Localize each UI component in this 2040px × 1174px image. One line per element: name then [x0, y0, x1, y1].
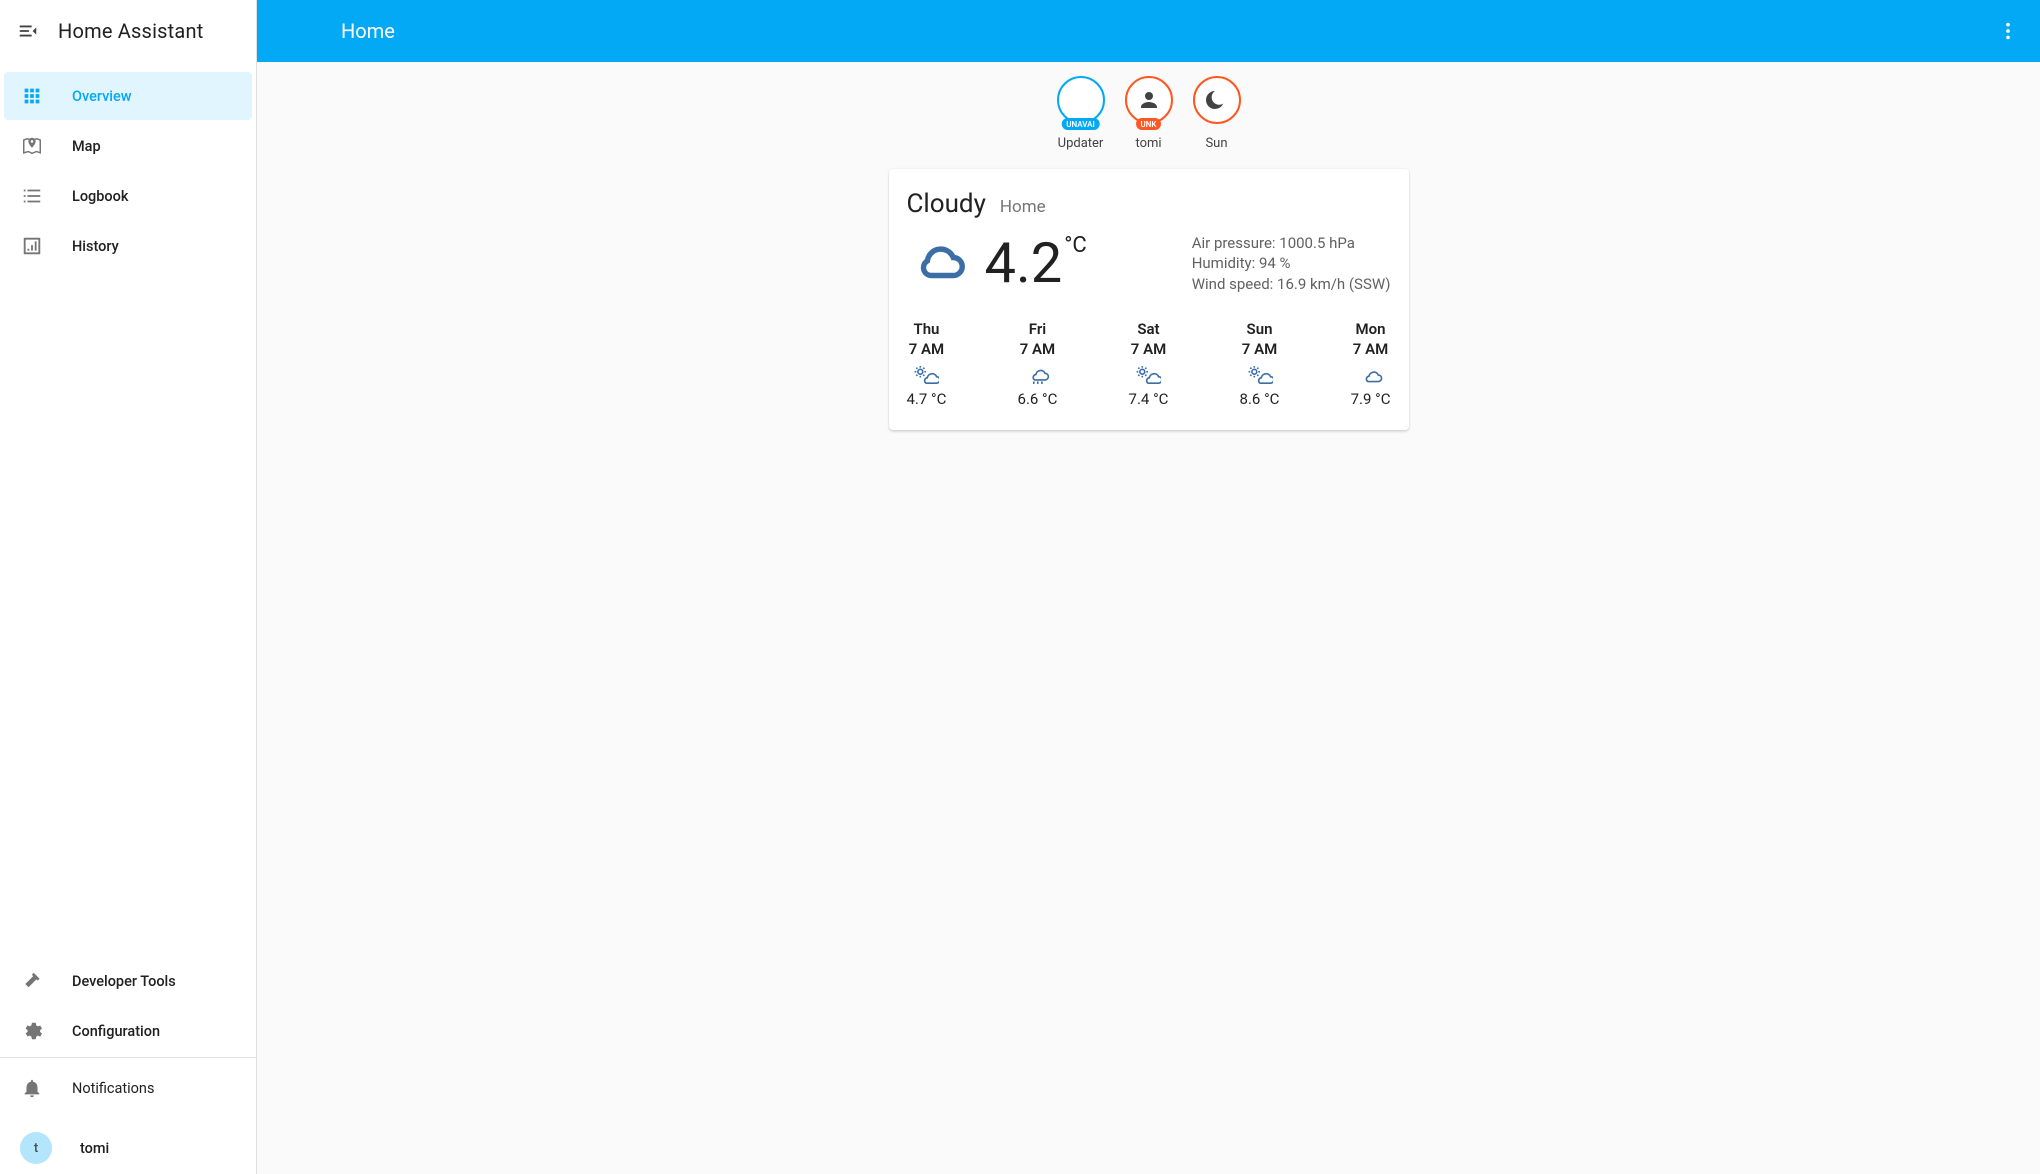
forecast-day-label: Thu	[913, 320, 939, 338]
weather-unit: °C	[1064, 233, 1087, 258]
hammer-icon	[20, 969, 44, 993]
weather-humidity: Humidity: 94 %	[1192, 253, 1391, 273]
sidebar: Home Assistant Overview Map Logbook History…	[0, 0, 257, 1174]
forecast-icon	[1247, 364, 1273, 386]
forecast-temp: 6.6 °C	[1018, 390, 1058, 408]
weather-card[interactable]: Cloudy Home 4.2 °C Air pressure: 1000.5 …	[889, 169, 1409, 430]
badge-circle	[1193, 76, 1241, 124]
forecast-time: 7 AM	[1131, 340, 1166, 358]
badge-sun[interactable]: Sun	[1188, 76, 1246, 151]
forecast-day: Fri 7 AM 6.6 °C	[1018, 320, 1058, 408]
sidebar-item-label: Logbook	[72, 188, 128, 205]
menu-collapse-icon[interactable]	[16, 19, 40, 43]
sidebar-item-overview[interactable]: Overview	[4, 72, 252, 120]
badge-chip: UNK	[1136, 118, 1162, 130]
forecast-time: 7 AM	[1242, 340, 1277, 358]
weather-location: Home	[1000, 197, 1046, 217]
sidebar-item-notifications[interactable]: Notifications	[4, 1064, 252, 1112]
forecast-time: 7 AM	[909, 340, 944, 358]
app-title: Home Assistant	[58, 19, 203, 43]
sidebar-user[interactable]: t tomi	[4, 1124, 252, 1172]
badge-label: Sun	[1205, 136, 1227, 151]
content: UNAVAI Updater UNK tomi Sun Cloudy Home 4.2 …	[257, 62, 2040, 1174]
tab-home[interactable]: Home	[337, 0, 399, 62]
user-name: tomi	[80, 1140, 109, 1157]
forecast-day-label: Sat	[1137, 320, 1159, 338]
cloud-icon	[907, 235, 979, 291]
forecast-day: Mon 7 AM 7.9 °C	[1351, 320, 1391, 408]
forecast-day: Thu 7 AM 4.7 °C	[907, 320, 947, 408]
forecast-day: Sat 7 AM 7.4 °C	[1129, 320, 1169, 408]
forecast-icon	[1135, 364, 1161, 386]
forecast-day-label: Sun	[1247, 320, 1273, 338]
list-icon	[20, 184, 44, 208]
person-icon	[1137, 88, 1161, 112]
weather-attributes: Air pressure: 1000.5 hPa Humidity: 94 % …	[1192, 233, 1391, 294]
sidebar-item-devtools[interactable]: Developer Tools	[4, 957, 252, 1005]
grid-icon	[20, 84, 44, 108]
sidebar-header: Home Assistant	[0, 0, 256, 62]
overflow-menu-button[interactable]	[1988, 11, 2028, 51]
badge-chip: UNAVAI	[1061, 118, 1100, 130]
map-icon	[20, 134, 44, 158]
sidebar-item-map[interactable]: Map	[4, 122, 252, 170]
forecast-temp: 7.4 °C	[1129, 390, 1169, 408]
badge-circle: UNAVAI	[1057, 76, 1105, 124]
weather-wind: Wind speed: 16.9 km/h (SSW)	[1192, 274, 1391, 294]
sidebar-item-history[interactable]: History	[4, 222, 252, 270]
sidebar-item-label: Overview	[72, 88, 132, 105]
header: Home	[257, 0, 2040, 62]
badge-label: Updater	[1058, 136, 1104, 151]
gear-icon	[20, 1019, 44, 1043]
badge-updater[interactable]: UNAVAI Updater	[1052, 76, 1110, 151]
sidebar-item-label: Developer Tools	[72, 973, 176, 990]
weather-condition: Cloudy	[907, 189, 986, 219]
sidebar-item-label: Map	[72, 138, 101, 155]
moon-icon	[1205, 88, 1229, 112]
forecast-temp: 8.6 °C	[1240, 390, 1280, 408]
badge-row: UNAVAI Updater UNK tomi Sun	[549, 76, 1749, 151]
forecast-icon	[913, 364, 939, 386]
sidebar-item-label: History	[72, 238, 119, 255]
tab-label: Home	[341, 19, 395, 43]
badge-label: tomi	[1135, 136, 1161, 151]
forecast-temp: 7.9 °C	[1351, 390, 1391, 408]
sidebar-item-label: Configuration	[72, 1023, 160, 1040]
badge-circle: UNK	[1125, 76, 1173, 124]
user-avatar: t	[20, 1132, 52, 1164]
weather-temperature: 4.2	[985, 235, 1063, 291]
forecast-day: Sun 7 AM 8.6 °C	[1240, 320, 1280, 408]
sidebar-item-label: Notifications	[72, 1080, 154, 1097]
forecast-icon	[1358, 364, 1384, 386]
weather-pressure: Air pressure: 1000.5 hPa	[1192, 233, 1391, 253]
chart-icon	[20, 234, 44, 258]
forecast-day-label: Mon	[1356, 320, 1386, 338]
badge-tomi[interactable]: UNK tomi	[1120, 76, 1178, 151]
forecast-time: 7 AM	[1020, 340, 1055, 358]
forecast-icon	[1024, 364, 1050, 386]
forecast-day-label: Fri	[1029, 320, 1046, 338]
forecast-temp: 4.7 °C	[907, 390, 947, 408]
weather-forecast: Thu7 AM4.7 °CFri7 AM6.6 °CSat7 AM7.4 °CS…	[907, 320, 1391, 408]
main: Home UNAVAI Updater UNK tomi Sun Cloudy Home…	[257, 0, 2040, 1174]
forecast-time: 7 AM	[1353, 340, 1388, 358]
bell-icon	[20, 1076, 44, 1100]
sidebar-item-logbook[interactable]: Logbook	[4, 172, 252, 220]
sidebar-item-config[interactable]: Configuration	[4, 1007, 252, 1055]
